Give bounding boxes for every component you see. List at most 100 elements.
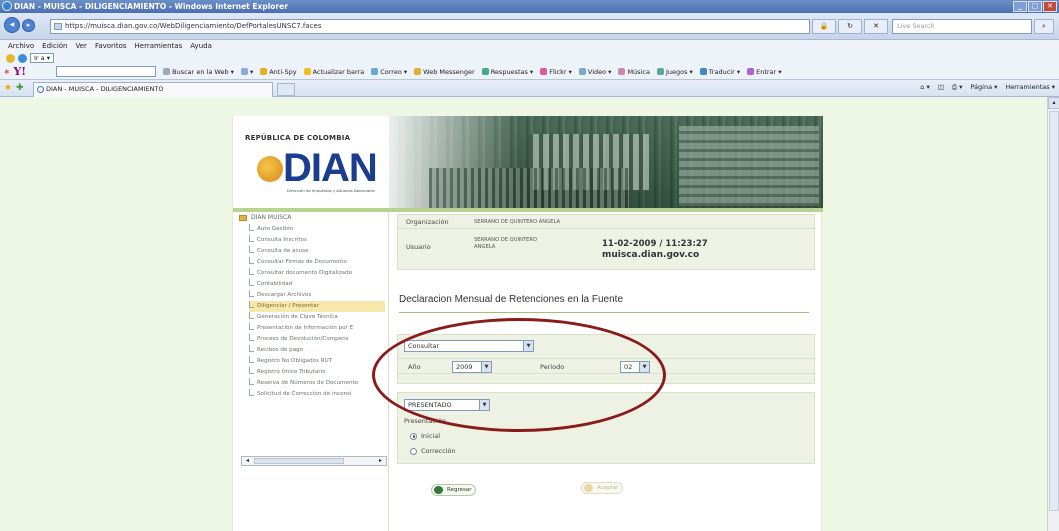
add-favorite-icon[interactable]: ✚	[16, 83, 24, 93]
tree-item[interactable]: Solicitud de Corrección de inconsi	[249, 389, 385, 400]
main-panel: Organización SERRANO DE QUINTERO ANGELA …	[395, 212, 816, 531]
menu-ver[interactable]: Ver	[76, 40, 87, 52]
chevron-down-icon: ▼	[481, 362, 491, 372]
address-toolbar: ◂ ▸ https://muisca.dian.gov.co/WebDilige…	[0, 13, 1059, 40]
back-arrow-icon[interactable]: ◂	[4, 17, 20, 33]
tree-item[interactable]: Registro No Obligados RUT	[249, 356, 385, 367]
page-icon	[54, 23, 62, 30]
menu-herramientas[interactable]: Herramientas	[135, 40, 183, 52]
toolbar-update[interactable]: Actualizar barra	[303, 68, 364, 76]
window-title-bar: DIAN - MUISCA - DILIGENCIAMIENTO - Windo…	[0, 0, 1059, 13]
tree-item[interactable]: Consulta Inscritos	[249, 235, 385, 246]
tree-scroll-thumb[interactable]	[254, 458, 344, 464]
address-input[interactable]: https://muisca.dian.gov.co/WebDiligencia…	[50, 19, 810, 34]
org-label: Organización	[406, 218, 449, 226]
window-title: DIAN - MUISCA - DILIGENCIAMIENTO - Windo…	[14, 2, 288, 11]
user-value-line1: SERRANO DE QUINTERO	[474, 237, 538, 243]
back-button[interactable]: Regresar	[431, 484, 477, 496]
links-bar: Ir a ▾	[0, 52, 1059, 64]
tree-item[interactable]: Consultar documento Digitalizado	[249, 268, 385, 279]
toolbar-music[interactable]: Música	[618, 68, 650, 76]
action-select[interactable]: Consultar ▼	[404, 340, 534, 352]
feeds-icon[interactable]: ◫	[938, 83, 944, 92]
toolbar-antispy[interactable]: Anti-Spy	[260, 68, 297, 76]
tree-root[interactable]: DIAN MUISCA	[239, 214, 291, 221]
toolbar-search-input[interactable]	[56, 66, 157, 77]
lock-icon[interactable]: 🔒	[812, 19, 836, 34]
new-tab-button[interactable]	[277, 83, 295, 96]
title-divider	[399, 312, 809, 313]
toolbar-messenger[interactable]: Web Messenger	[414, 68, 475, 76]
toolbar-translate[interactable]: Traducir ▾	[699, 68, 740, 76]
tree-item[interactable]: Contabilidad	[249, 279, 385, 290]
minimize-button[interactable]: _	[1013, 1, 1027, 12]
tree-item[interactable]: Auto Gestión	[249, 224, 385, 235]
toolbar-mail[interactable]: Correo ▾	[371, 68, 407, 76]
site-domain: muisca.dian.gov.co	[602, 250, 700, 260]
radio-correction-button[interactable]	[410, 447, 417, 455]
tree-list: Auto Gestión Consulta Inscritos Consulta d…	[249, 224, 385, 400]
tree-item[interactable]: Consultar Firmas de Documento	[249, 257, 385, 268]
session-datetime: 11-02-2009 / 11:23:27	[602, 239, 708, 249]
tree-item[interactable]: Recibos de pago	[249, 345, 385, 356]
chevron-down-icon: ▼	[479, 400, 489, 410]
toolbar-search-web[interactable]: Buscar en la Web ▾	[163, 68, 234, 76]
close-button[interactable]: ✕	[1043, 1, 1057, 12]
vertical-scrollbar[interactable]: ▴	[1047, 97, 1059, 531]
menu-edicion[interactable]: Edición	[42, 40, 67, 52]
user-info-box: Organización SERRANO DE QUINTERO ANGELA …	[397, 214, 816, 270]
scroll-right-icon[interactable]: ▸	[376, 457, 385, 465]
org-value: SERRANO DE QUINTERO ANGELA	[474, 219, 561, 225]
menu-favoritos[interactable]: Favoritos	[95, 40, 127, 52]
radio-initial[interactable]: Inicial	[410, 432, 440, 440]
status-select[interactable]: PRESENTADO ▼	[404, 399, 490, 411]
dian-logo-text: DIAN	[283, 146, 378, 190]
toolbar-video[interactable]: Video ▾	[578, 68, 611, 76]
page-menu[interactable]: Página ▾	[970, 83, 997, 92]
refresh-icon[interactable]: ↻	[838, 19, 862, 34]
tree-item[interactable]: Presentación de Información por E	[249, 323, 385, 334]
tree-item[interactable]: Reserva de Números de Documento	[249, 378, 385, 389]
radio-correction[interactable]: Corrección	[410, 447, 456, 455]
toolbar-answers[interactable]: Respuestas ▾	[481, 68, 533, 76]
scroll-up-icon[interactable]: ▴	[1048, 97, 1059, 109]
tools-menu[interactable]: Herramientas ▾	[1005, 83, 1055, 92]
live-search-input[interactable]: Live Search	[892, 19, 1032, 34]
yahoo-toolbar: ❄ Y! Buscar en la Web ▾ ▾ Anti-Spy Actua…	[0, 64, 1059, 80]
accept-icon	[584, 484, 593, 492]
tree-item[interactable]: Generación de Clave Técnica	[249, 312, 385, 323]
stop-icon[interactable]: ✕	[864, 19, 888, 34]
tree-item[interactable]: Registro Único Tributario	[249, 367, 385, 378]
go-button[interactable]: Ir a ▾	[30, 53, 54, 63]
toolbar-logo-icon: ❄	[4, 67, 10, 76]
print-icon[interactable]: ⎙ ▾	[952, 83, 963, 92]
menu-archivo[interactable]: Archivo	[8, 40, 34, 52]
chevron-down-icon: ▼	[523, 341, 533, 351]
maximize-button[interactable]: □	[1028, 1, 1042, 12]
toolbar-games[interactable]: Juegos ▾	[656, 68, 693, 76]
search-icon[interactable]: ⌕	[1034, 19, 1054, 34]
page-title: Declaracion Mensual de Retenciones en la…	[399, 294, 624, 305]
radio-initial-button[interactable]	[410, 432, 417, 440]
tree-item[interactable]: Descargar Archivos	[249, 290, 385, 301]
forward-arrow-icon[interactable]: ▸	[22, 19, 35, 32]
menu-ayuda[interactable]: Ayuda	[190, 40, 212, 52]
tab-dian-muisca[interactable]: DIAN - MUISCA - DILIGENCIAMIENTO	[33, 82, 273, 97]
tree-item[interactable]: Proceso de Devolución/Compens	[249, 334, 385, 345]
toolbar-signin[interactable]: Entrar ▾	[747, 68, 782, 76]
year-select[interactable]: 2009 ▼	[452, 361, 492, 373]
scroll-left-icon[interactable]: ◂	[243, 457, 252, 465]
period-select[interactable]: 02 ▼	[620, 361, 650, 373]
home-icon[interactable]: ⌂ ▾	[920, 83, 929, 92]
yellow-dot-icon	[6, 53, 15, 63]
tree-item[interactable]: Diligenciar / Presentar	[249, 301, 385, 312]
tree-item[interactable]: Consulta de acuse	[249, 246, 385, 257]
scroll-thumb[interactable]	[1049, 111, 1059, 511]
chevron-down-icon: ▼	[639, 362, 649, 372]
dian-logo-subtitle: Dirección de Impuestos y Aduanas Naciona…	[287, 188, 375, 193]
toolbar-flickr[interactable]: Flickr ▾	[540, 68, 572, 76]
favorites-star-icon[interactable]: ★	[4, 83, 12, 93]
toolbar-dropdown[interactable]: ▾	[240, 68, 253, 76]
tree-horizontal-scrollbar[interactable]: ◂ ▸	[241, 456, 387, 466]
accept-button[interactable]: Aceptar	[581, 482, 624, 494]
